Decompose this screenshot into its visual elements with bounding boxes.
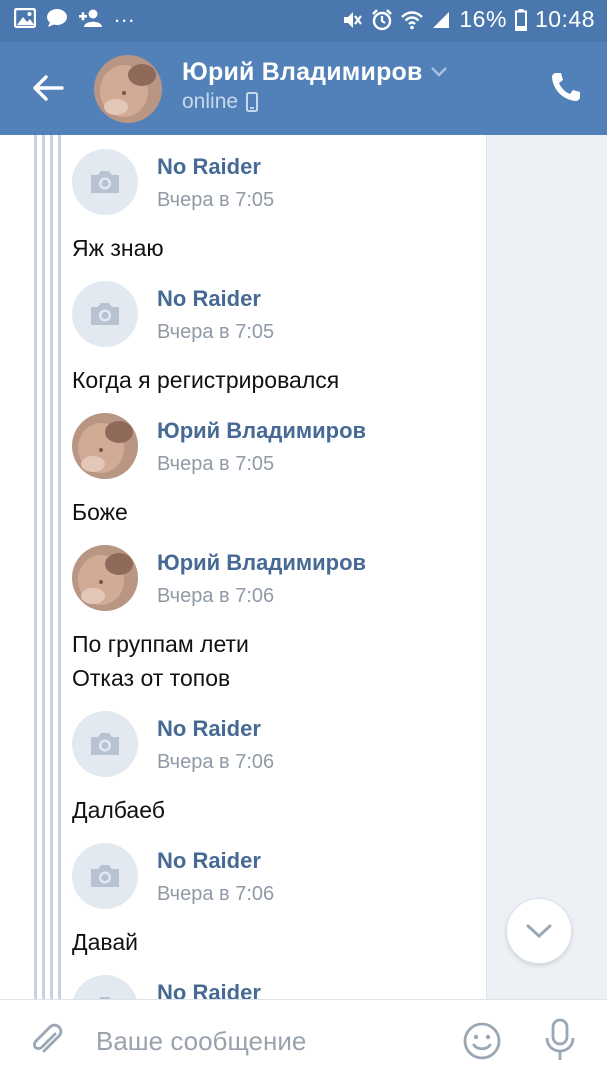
camera-icon [91,171,119,193]
chevron-down-icon[interactable] [430,64,448,78]
message-text: По группам лети [72,631,249,657]
camera-icon [91,865,119,887]
chat-background [486,135,607,999]
message-time: Вчера в 7:05 [157,453,275,475]
message-list[interactable]: No Raider Вчера в 7:05 Яж знаю No Raider Вче… [0,135,607,999]
message-avatar[interactable] [72,149,138,215]
message-time: Вчера в 7:06 [157,585,275,607]
mobile-icon [246,92,259,112]
battery-percent: 16% [459,6,507,32]
message-time: Вчера в 7:06 [157,883,275,905]
emoji-icon[interactable] [462,1021,502,1061]
message-text: Когда я регистрировался [72,367,340,393]
contact-avatar[interactable] [94,55,162,123]
mute-icon [344,11,363,28]
message-time: Вчера в 7:05 [157,189,275,211]
signal-icon [433,11,450,28]
gallery-icon [14,8,36,28]
status-bar: ... 16% 10:48 [0,0,607,42]
chat-header: Юрий Владимиров online [0,42,607,135]
contact-name[interactable]: Юрий Владимиров [182,58,423,87]
clock: 10:48 [534,6,595,32]
microphone-icon[interactable] [540,1018,580,1062]
avatar-photo [94,55,162,123]
paperclip-icon[interactable] [28,1022,66,1060]
message-avatar[interactable] [72,281,138,347]
chat-bubble-icon [47,9,67,27]
message-author[interactable]: No Raider [157,286,261,312]
camera-icon [91,733,119,755]
message-author[interactable]: Юрий Владимиров [157,550,366,576]
message-time: Вчера в 7:06 [157,751,275,773]
message-author[interactable]: No Raider [157,716,261,742]
battery-icon [514,8,527,31]
avatar-photo [72,545,138,611]
message-text: Отказ от топов [72,665,231,691]
status-text: online [182,90,239,113]
message-avatar[interactable] [72,413,138,479]
wifi-icon [401,10,424,29]
message-time: Вчера в 7:05 [157,321,275,343]
message-avatar[interactable] [72,975,138,999]
message-author[interactable]: Юрий Владимиров [157,418,366,444]
forward-quote-lines [34,135,62,999]
message-author[interactable]: No Raider [157,848,261,874]
message-text: Давай [72,929,138,955]
message-text: Яж знаю [72,235,164,261]
back-arrow-icon[interactable] [28,68,68,108]
status-more: ... [114,2,136,27]
phone-icon[interactable] [549,70,583,104]
add-contact-icon [79,9,102,27]
message-avatar[interactable] [72,545,138,611]
message-avatar[interactable] [72,711,138,777]
message-author[interactable]: No Raider [157,154,261,180]
message-text: Боже [72,499,128,525]
camera-icon [91,303,119,325]
scroll-down-button[interactable] [506,898,572,964]
chevron-down-icon [526,924,552,939]
message-avatar[interactable] [72,843,138,909]
contact-status: online [182,90,259,114]
message-author[interactable]: No Raider [157,980,261,999]
message-text: Далбаеб [72,797,165,823]
message-input[interactable] [96,1022,436,1060]
message-composer [0,999,607,1080]
alarm-icon [372,8,393,30]
avatar-photo [72,413,138,479]
